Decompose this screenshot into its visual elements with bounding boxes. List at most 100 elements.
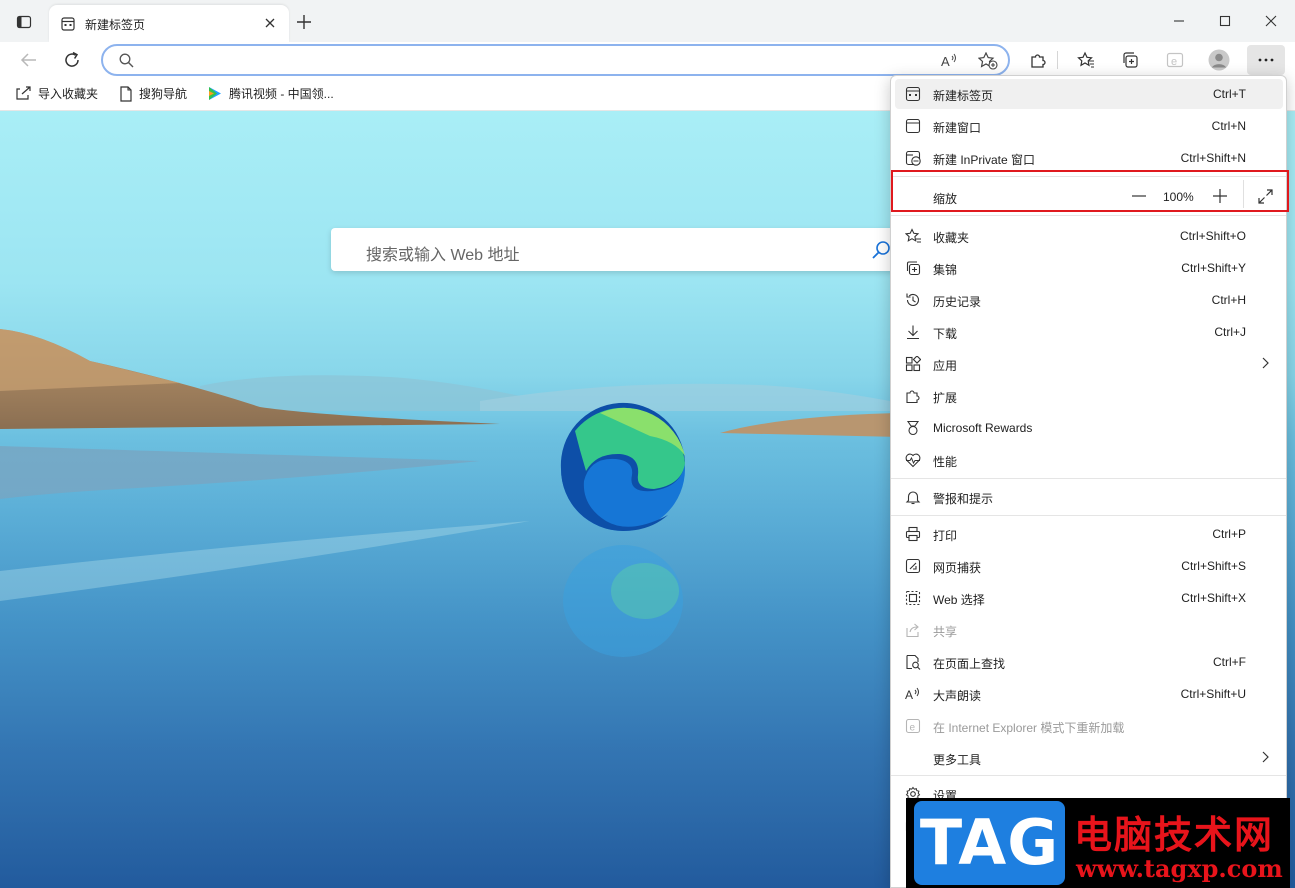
- menu-item-find[interactable]: 在页面上查找 Ctrl+F: [895, 647, 1283, 677]
- menu-item-collections[interactable]: 集锦 Ctrl+Shift+Y: [895, 253, 1283, 283]
- apps-icon: [905, 356, 921, 372]
- menu-item-label: 集锦: [933, 263, 958, 277]
- search-magnifier-icon[interactable]: [871, 240, 891, 260]
- tencent-video-icon: [209, 87, 221, 100]
- tagxp-watermark: TAG 电脑技术网 www.tagxp.com: [906, 798, 1290, 888]
- menu-item-ie-mode[interactable]: e 在 Internet Explorer 模式下重新加载: [895, 711, 1283, 741]
- menu-item-new-tab[interactable]: 新建标签页 Ctrl+T: [895, 79, 1283, 109]
- menu-item-favorites[interactable]: 收藏夹 Ctrl+Shift+O: [895, 221, 1283, 251]
- menu-separator: [891, 478, 1286, 479]
- rewards-icon: [906, 420, 920, 436]
- menu-item-shortcut: Ctrl+T: [1213, 87, 1246, 101]
- menu-item-downloads[interactable]: 下载 Ctrl+J: [895, 317, 1283, 347]
- menu-item-web-select[interactable]: Web 选择 Ctrl+Shift+X: [895, 583, 1283, 613]
- tab-new-tab[interactable]: 新建标签页: [49, 5, 289, 42]
- menu-item-new-window[interactable]: 新建窗口 Ctrl+N: [895, 111, 1283, 141]
- extensions-puzzle-icon[interactable]: [1023, 46, 1053, 74]
- ie-mode-toolbar-icon[interactable]: e: [1160, 46, 1190, 74]
- menu-item-shortcut: Ctrl+Shift+N: [1180, 151, 1246, 165]
- chevron-right-icon: [1262, 357, 1269, 369]
- menu-item-shortcut: Ctrl+N: [1211, 119, 1246, 133]
- menu-item-print[interactable]: 打印 Ctrl+P: [895, 519, 1283, 549]
- performance-icon: [905, 453, 921, 468]
- menu-separator: [891, 775, 1286, 776]
- new-tab-page-icon: [61, 17, 75, 31]
- svg-text:e: e: [1171, 56, 1177, 68]
- menu-item-shortcut: Ctrl+J: [1214, 325, 1246, 339]
- tab-actions-icon[interactable]: [16, 14, 32, 30]
- menu-item-label: 新建标签页: [933, 89, 994, 103]
- svg-text:A: A: [941, 54, 950, 69]
- menu-item-label: 在 Internet Explorer 模式下重新加载: [933, 721, 1125, 735]
- menu-item-extensions[interactable]: 扩展: [895, 381, 1283, 411]
- menu-item-label: 在页面上查找: [933, 657, 1006, 671]
- new-tab-icon: [905, 86, 921, 102]
- web-search-box[interactable]: 搜索或输入 Web 地址: [331, 228, 901, 271]
- zoom-highlight-box: [891, 170, 1289, 212]
- search-icon: [119, 53, 134, 68]
- favorite-label: 导入收藏夹: [38, 87, 99, 101]
- ie-mode-icon: e: [905, 718, 921, 734]
- menu-item-web-capture[interactable]: 网页捕获 Ctrl+Shift+S: [895, 551, 1283, 581]
- menu-item-more-tools[interactable]: 更多工具: [895, 743, 1283, 773]
- back-arrow-icon[interactable]: [14, 46, 44, 74]
- close-tab-icon[interactable]: [264, 17, 276, 29]
- menu-item-new-inprivate[interactable]: 新建 InPrivate 窗口 Ctrl+Shift+N: [895, 143, 1283, 173]
- profile-avatar-icon[interactable]: [1204, 46, 1234, 74]
- web-select-icon: [905, 590, 921, 606]
- menu-item-shortcut: Ctrl+P: [1212, 527, 1246, 541]
- address-bar[interactable]: A: [101, 44, 1010, 76]
- watermark-title: 电脑技术网: [1074, 813, 1275, 857]
- menu-item-shortcut: Ctrl+Shift+S: [1181, 559, 1246, 573]
- add-favorite-star-icon[interactable]: [978, 52, 998, 70]
- read-aloud-icon[interactable]: A: [941, 52, 959, 70]
- inprivate-icon: [905, 150, 921, 166]
- import-favorites-icon: [16, 86, 31, 100]
- favorite-import[interactable]: 导入收藏夹: [15, 85, 98, 102]
- menu-item-shortcut: Ctrl+H: [1211, 293, 1246, 307]
- navigation-toolbar: A e: [0, 42, 1295, 78]
- menu-item-alerts[interactable]: 警报和提示: [895, 482, 1283, 512]
- menu-item-rewards[interactable]: Microsoft Rewards: [895, 413, 1283, 443]
- favorite-sogou[interactable]: 搜狗导航: [119, 85, 187, 102]
- menu-item-label: 收藏夹: [933, 231, 970, 245]
- favorites-icon: [905, 228, 921, 243]
- collections-icon: [906, 261, 921, 276]
- menu-item-label: 打印: [933, 529, 958, 543]
- menu-item-label: 共享: [933, 625, 958, 639]
- menu-separator: [891, 515, 1286, 516]
- menu-item-label: Web 选择: [933, 593, 985, 607]
- favorite-label: 搜狗导航: [139, 87, 188, 101]
- favorites-toolbar-icon[interactable]: [1071, 46, 1101, 74]
- menu-item-read-aloud[interactable]: A 大声朗读 Ctrl+Shift+U: [895, 679, 1283, 709]
- watermark-tag-logo: TAG: [914, 801, 1065, 885]
- search-placeholder: 搜索或输入 Web 地址: [366, 247, 520, 264]
- new-tab-plus-icon[interactable]: [297, 15, 311, 29]
- menu-item-history[interactable]: 历史记录 Ctrl+H: [895, 285, 1283, 315]
- menu-separator: [891, 215, 1286, 216]
- favorite-tencent-video[interactable]: 腾讯视频 - 中国领...: [206, 85, 334, 102]
- share-icon: [906, 623, 919, 638]
- menu-item-shortcut: Ctrl+Shift+O: [1179, 229, 1246, 243]
- settings-more-button[interactable]: [1247, 45, 1285, 75]
- new-window-icon: [905, 118, 921, 134]
- toolbar-divider: [1057, 51, 1058, 69]
- find-icon: [906, 654, 921, 670]
- minimize-icon[interactable]: [1164, 8, 1194, 34]
- menu-item-performance[interactable]: 性能: [895, 445, 1283, 475]
- print-icon: [905, 526, 921, 542]
- web-capture-icon: [905, 558, 921, 574]
- menu-item-label: 下载: [933, 327, 958, 341]
- close-window-icon[interactable]: [1256, 8, 1286, 34]
- menu-item-label: Microsoft Rewards: [933, 421, 1033, 435]
- download-icon: [907, 325, 919, 340]
- menu-item-apps[interactable]: 应用: [895, 349, 1283, 379]
- menu-item-label: 网页捕获: [933, 561, 982, 575]
- maximize-icon[interactable]: [1210, 8, 1240, 34]
- refresh-icon[interactable]: [57, 46, 87, 74]
- menu-item-share[interactable]: 共享: [895, 615, 1283, 645]
- menu-item-label: 扩展: [933, 391, 958, 405]
- tab-title: 新建标签页: [85, 18, 146, 32]
- menu-item-label: 警报和提示: [933, 492, 994, 506]
- collections-toolbar-icon[interactable]: [1115, 46, 1145, 74]
